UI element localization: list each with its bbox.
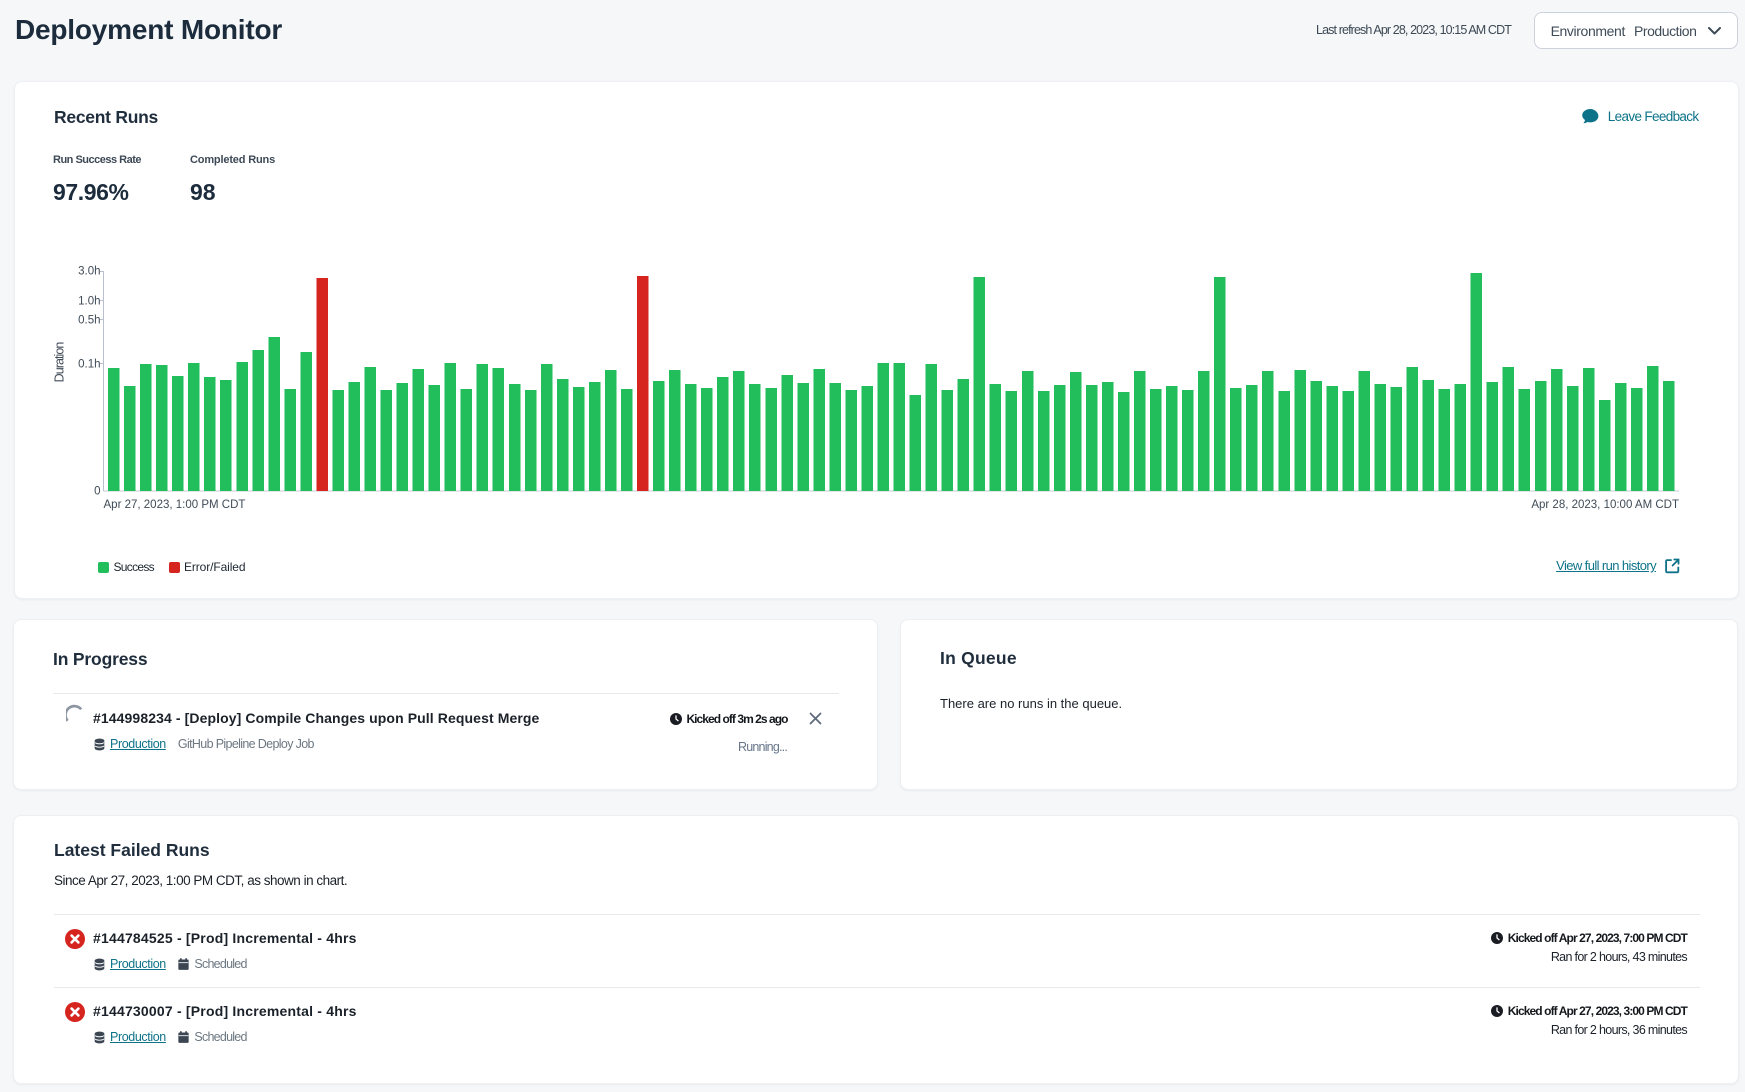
svg-text:0.1h: 0.1h: [78, 359, 100, 371]
svg-text:1.0h: 1.0h: [78, 296, 100, 308]
svg-text:0: 0: [94, 486, 100, 498]
svg-text:Apr 28, 2023, 10:00 AM CDT: Apr 28, 2023, 10:00 AM CDT: [1531, 499, 1679, 511]
svg-text:Apr 27, 2023, 1:00 PM CDT: Apr 27, 2023, 1:00 PM CDT: [104, 499, 246, 511]
svg-text:0.5h: 0.5h: [78, 315, 100, 327]
svg-text:Duration: Duration: [52, 342, 66, 383]
svg-text:3.0h: 3.0h: [78, 266, 100, 278]
